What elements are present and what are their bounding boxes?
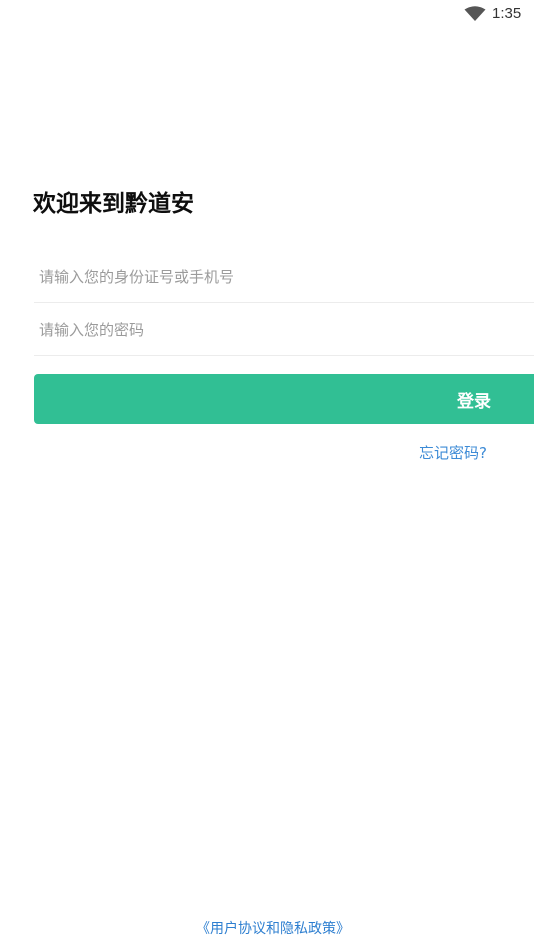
password-field[interactable]	[34, 305, 534, 356]
forgot-password-link[interactable]: 忘记密码?	[419, 442, 487, 463]
id-field[interactable]	[34, 252, 534, 303]
user-agreement-link[interactable]: 《用户协议和隐私政策》	[196, 918, 350, 938]
status-time: 1:35	[492, 5, 522, 22]
password-input[interactable]	[39, 305, 519, 355]
page-title: 欢迎来到黔道安	[33, 191, 194, 217]
login-button[interactable]: 登录	[34, 374, 534, 424]
wifi-icon	[464, 6, 486, 21]
status-bar: 1:35	[0, 0, 534, 30]
login-button-label: 登录	[457, 392, 491, 412]
id-input[interactable]	[39, 252, 519, 302]
